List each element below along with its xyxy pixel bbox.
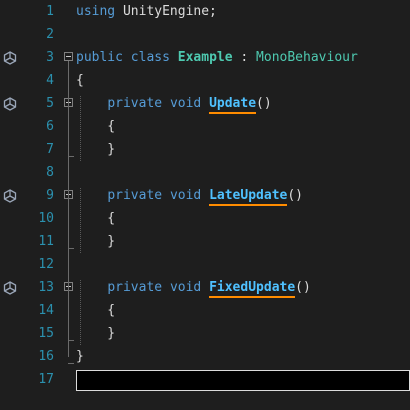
code-token: { xyxy=(76,73,84,88)
code-token: } xyxy=(76,142,116,157)
keyword-token: void xyxy=(169,188,202,203)
fold-end xyxy=(68,248,74,249)
keyword-token: void xyxy=(169,280,202,295)
keyword-token: class xyxy=(130,50,170,65)
indent-guide xyxy=(80,280,81,345)
code-text[interactable]: { xyxy=(76,73,84,89)
indent-guide xyxy=(80,96,81,161)
keyword-token: private xyxy=(107,188,163,203)
code-line[interactable]: 9 private void LateUpdate() xyxy=(0,184,410,207)
code-text[interactable]: { xyxy=(76,211,115,227)
code-line[interactable]: 11 } xyxy=(0,230,410,253)
code-text[interactable]: private void FixedUpdate() xyxy=(76,280,311,296)
line-number: 8 xyxy=(46,165,54,180)
line-number: 1 xyxy=(46,4,54,19)
code-text[interactable]: public class Example : MonoBehaviour xyxy=(76,50,358,66)
code-text[interactable]: { xyxy=(76,303,115,319)
unity-icon[interactable] xyxy=(3,281,17,295)
code-line[interactable]: 6 { xyxy=(0,115,410,138)
code-text[interactable]: using UnityEngine; xyxy=(76,4,217,20)
unity-icon[interactable] xyxy=(3,51,17,65)
code-text[interactable]: private void LateUpdate() xyxy=(76,188,303,204)
fold-end xyxy=(68,340,74,341)
line-number: 6 xyxy=(46,119,54,134)
code-line[interactable]: 15 } xyxy=(0,322,410,345)
code-token: } xyxy=(76,234,116,249)
code-text[interactable]: { xyxy=(76,119,115,135)
fold-line xyxy=(68,61,69,357)
code-line[interactable]: 3 public class Example : MonoBehaviour xyxy=(0,46,410,69)
code-text[interactable]: } xyxy=(76,234,115,250)
unity-icon[interactable] xyxy=(3,189,17,203)
code-token: UnityEngine; xyxy=(115,4,217,19)
code-text[interactable]: private void Update() xyxy=(76,96,272,112)
code-line[interactable]: 16} xyxy=(0,345,410,368)
keyword-token: public xyxy=(76,50,123,65)
code-line[interactable]: 1 using UnityEngine; xyxy=(0,0,410,23)
line-number: 17 xyxy=(38,372,54,387)
code-line[interactable]: 8 xyxy=(0,161,410,184)
code-line[interactable]: 4{ xyxy=(0,69,410,92)
code-text[interactable]: } xyxy=(76,326,115,342)
code-line[interactable]: 10 { xyxy=(0,207,410,230)
method-name: Update xyxy=(209,96,257,111)
line-number: 2 xyxy=(46,27,54,42)
fold-end xyxy=(68,363,74,364)
line-number: 11 xyxy=(38,234,54,249)
method-name: FixedUpdate xyxy=(209,280,296,295)
keyword-token: private xyxy=(107,96,163,111)
unity-icon[interactable] xyxy=(3,97,17,111)
type-name: MonoBehaviour xyxy=(256,50,358,65)
code-line[interactable]: 2 xyxy=(0,23,410,46)
method-name: LateUpdate xyxy=(209,188,288,203)
keyword-token: private xyxy=(107,280,163,295)
code-token: () xyxy=(256,96,272,111)
line-number: 15 xyxy=(38,326,54,341)
line-number: 10 xyxy=(38,211,54,226)
code-token: } xyxy=(76,326,116,341)
indent-guide xyxy=(80,188,81,253)
code-token: { xyxy=(76,119,116,134)
code-line[interactable]: 7 } xyxy=(0,138,410,161)
code-text[interactable]: } xyxy=(76,142,115,158)
code-text[interactable]: } xyxy=(76,349,84,365)
line-number: 7 xyxy=(46,142,54,157)
class-name: Example xyxy=(177,50,233,65)
fold-end xyxy=(68,156,74,157)
collapse-toggle-icon[interactable] xyxy=(64,52,73,61)
code-editor[interactable]: 1 using UnityEngine; 2 3 public class Exampl… xyxy=(0,0,410,410)
line-number: 12 xyxy=(38,257,54,272)
code-token: } xyxy=(76,349,84,364)
line-number: 16 xyxy=(38,349,54,364)
code-token: () xyxy=(287,188,304,203)
code-line[interactable]: 17 xyxy=(0,368,410,391)
code-token: () xyxy=(295,280,311,295)
code-line[interactable]: 14 { xyxy=(0,299,410,322)
code-token: { xyxy=(76,303,116,318)
line-number: 14 xyxy=(38,303,54,318)
keyword-token: void xyxy=(169,96,202,111)
code-token: { xyxy=(76,211,116,226)
code-line[interactable]: 5 private void Update() xyxy=(0,92,410,115)
line-number: 4 xyxy=(46,73,54,88)
code-line[interactable]: 12 xyxy=(0,253,410,276)
keyword-token: using xyxy=(76,4,116,19)
code-line[interactable]: 13 private void FixedUpdate() xyxy=(0,276,410,299)
code-token: : xyxy=(232,50,257,65)
